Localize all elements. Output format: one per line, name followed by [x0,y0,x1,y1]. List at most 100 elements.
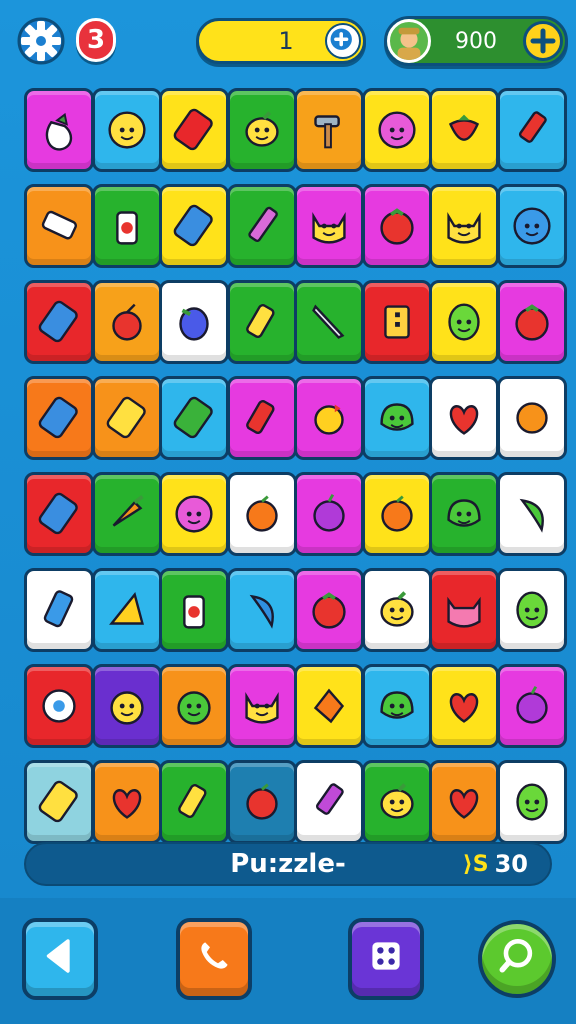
timer-icon: ⟩S [462,851,489,877]
pepper-green-icon [519,498,544,533]
tile[interactable] [361,376,432,460]
tile[interactable] [91,280,162,364]
tile[interactable] [429,472,499,556]
tile[interactable] [361,760,432,844]
tile[interactable] [226,184,297,268]
tile[interactable] [159,472,229,556]
smiley-icon [107,111,146,149]
tile[interactable] [496,760,567,844]
tile[interactable] [429,184,499,268]
tile[interactable] [496,376,567,460]
tile[interactable] [226,664,297,748]
tile[interactable] [496,664,567,748]
tile[interactable] [91,88,162,172]
tile[interactable] [294,760,364,844]
tile[interactable] [24,280,94,364]
cherry-icon [111,303,142,341]
tile[interactable] [159,88,229,172]
apple-icon [245,783,278,820]
tile[interactable] [294,88,364,172]
level-action-button[interactable] [325,23,361,59]
lemon-icon [379,783,414,819]
tile[interactable] [429,664,499,748]
tile[interactable] [429,376,499,460]
tile[interactable] [226,376,297,460]
tile[interactable] [361,568,432,652]
status-bar: Pu:zzle- ⟩S 30 [24,842,552,886]
robot-button[interactable] [348,918,424,1000]
tile[interactable] [226,760,297,844]
lemon-icon [379,591,414,627]
tile[interactable] [429,88,499,172]
eraser-icon [41,210,77,240]
tile[interactable] [24,568,94,652]
tile[interactable] [294,184,364,268]
tile[interactable] [24,472,94,556]
phone-yellow-icon [38,780,78,823]
phone-yellow-icon [106,396,146,439]
tile[interactable] [24,88,94,172]
tile[interactable] [429,760,499,844]
tile[interactable] [496,184,567,268]
tile[interactable] [294,472,364,556]
cat-face-icon [447,212,481,244]
tile[interactable] [496,88,567,172]
lettuce-icon [379,691,414,719]
tile[interactable] [361,664,432,748]
tile[interactable] [226,568,297,652]
tile[interactable] [24,760,94,844]
tile[interactable] [24,376,94,460]
eraser-blue-icon [43,590,74,628]
tile[interactable] [24,664,94,748]
tile[interactable] [159,376,229,460]
settings-gear-icon[interactable] [14,14,68,68]
tile[interactable] [159,760,229,844]
tile[interactable] [226,88,297,172]
phone-blue-icon [38,396,78,439]
tile[interactable] [294,568,364,652]
orange-star-icon [515,402,548,434]
tile[interactable] [294,664,364,748]
tile[interactable] [496,280,567,364]
tomato-icon [312,592,346,629]
add-coins-button[interactable] [523,21,563,61]
tile[interactable] [91,472,162,556]
call-button[interactable] [176,918,252,1000]
hint-button[interactable] [478,920,556,998]
peach-icon [245,495,278,532]
tomato-icon [514,304,549,341]
crayon-red-icon [518,111,547,143]
back-button[interactable] [22,918,98,1000]
lemon-icon [244,111,279,147]
tile[interactable] [159,568,229,652]
heart-red-icon [449,693,479,723]
tile[interactable] [226,472,297,556]
tile[interactable] [91,664,162,748]
tile[interactable] [361,280,432,364]
lighter-icon [178,784,207,819]
heart-red-icon [112,789,141,819]
tile[interactable] [361,88,432,172]
tile[interactable] [496,568,567,652]
tile[interactable] [294,280,364,364]
tile[interactable] [91,376,162,460]
tile[interactable] [361,472,432,556]
tile[interactable] [496,472,567,556]
tile[interactable] [24,184,94,268]
tile[interactable] [429,280,499,364]
tile[interactable] [226,280,297,364]
tile[interactable] [429,568,499,652]
tile[interactable] [91,760,162,844]
tile[interactable] [159,664,229,748]
frog-green-icon [177,691,211,725]
frog-face-icon [109,691,144,725]
phone-blue-icon [38,300,78,343]
tile[interactable] [91,568,162,652]
player-avatar[interactable] [387,19,431,63]
eggplant-icon [45,112,73,151]
tile[interactable] [91,184,162,268]
tile[interactable] [159,184,229,268]
tile[interactable] [361,184,432,268]
tile[interactable] [294,376,364,460]
tile[interactable] [159,280,229,364]
